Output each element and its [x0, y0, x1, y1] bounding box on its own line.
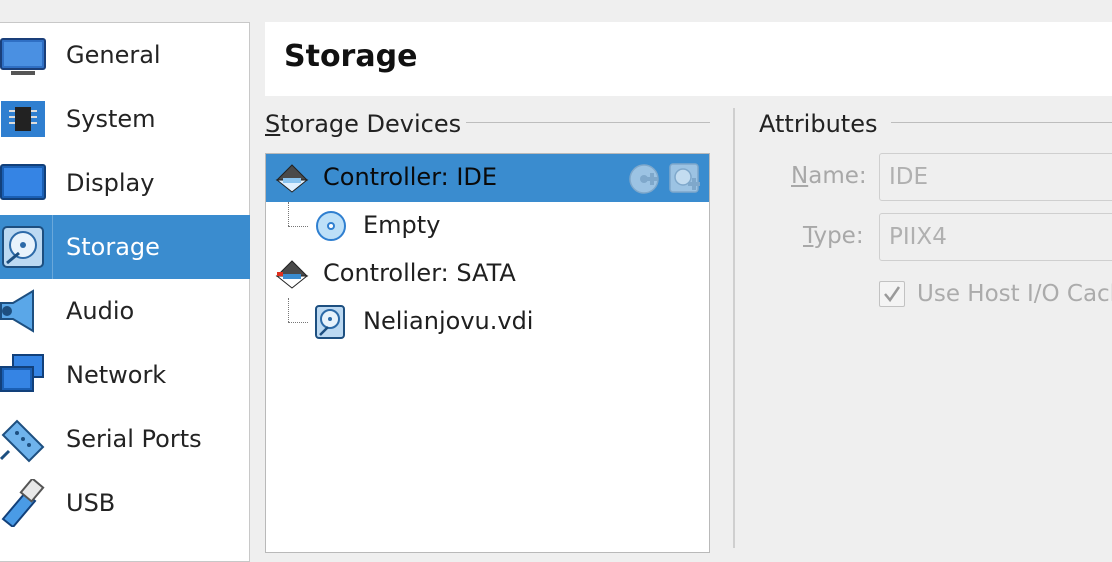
panel-divider[interactable]: [733, 108, 735, 548]
sidebar-item-label: System: [66, 105, 156, 133]
sidebar-item-audio[interactable]: Audio: [0, 279, 250, 343]
use-host-io-cache-label[interactable]: Use Host I/O Cache: [917, 281, 1112, 307]
add-hard-disk-icon[interactable]: [668, 162, 702, 196]
type-label: Type:: [803, 223, 864, 249]
sidebar-item-system[interactable]: System: [0, 87, 250, 151]
settings-sidebar: General System Display Storage Audio Net…: [0, 22, 250, 562]
sidebar-item-storage[interactable]: Storage: [0, 215, 250, 279]
storage-devices-heading: Storage Devices: [265, 110, 462, 138]
monitor-icon: [0, 38, 46, 75]
name-label: Name:: [791, 163, 867, 189]
tree-item-controller-sata[interactable]: Controller: SATA: [266, 250, 709, 298]
sidebar-item-label: Serial Ports: [66, 425, 202, 453]
controller-name-field[interactable]: IDE: [879, 153, 1112, 201]
add-optical-drive-icon[interactable]: [628, 163, 660, 195]
sidebar-item-label: General: [66, 41, 161, 69]
page-header: Storage: [265, 22, 1112, 96]
tree-item-label: Controller: IDE: [323, 163, 498, 191]
hard-disk-icon: [315, 305, 345, 339]
sidebar-item-label: Storage: [66, 233, 160, 261]
tree-item-label: Nelianjovu.vdi: [363, 307, 534, 335]
controller-type-select[interactable]: PIIX4: [879, 213, 1112, 261]
sidebar-item-display[interactable]: Display: [0, 151, 250, 215]
sidebar-item-serial-ports[interactable]: Serial Ports: [0, 407, 250, 471]
sidebar-item-label: Audio: [66, 297, 135, 325]
display-icon: [0, 164, 46, 200]
optical-disc-icon: [316, 211, 346, 241]
tree-item-controller-ide[interactable]: Controller: IDE: [266, 154, 709, 202]
network-icon: [0, 354, 44, 392]
tree-item-hard-disk[interactable]: Nelianjovu.vdi: [266, 298, 709, 346]
serial-port-icon: [0, 419, 45, 463]
sidebar-item-label: Network: [66, 361, 167, 389]
usb-icon: [1, 479, 45, 527]
tree-item-empty-optical[interactable]: Empty: [266, 202, 709, 250]
page-title: Storage: [284, 39, 418, 74]
heading-divider: [891, 122, 1112, 123]
sidebar-item-label: USB: [66, 489, 116, 517]
speaker-icon: [0, 289, 34, 333]
checkmark-icon: [884, 286, 901, 303]
heading-divider: [466, 122, 710, 123]
controller-icon: [275, 164, 309, 193]
use-host-io-cache-checkbox[interactable]: [879, 281, 905, 307]
chip-icon: [1, 101, 45, 137]
tree-item-label: Controller: SATA: [323, 259, 516, 287]
sidebar-item-usb[interactable]: USB: [0, 471, 250, 535]
storage-tree[interactable]: Controller: IDE Empty Controller: SATA N…: [265, 153, 710, 553]
sidebar-item-general[interactable]: General: [0, 23, 250, 87]
disk-icon: [2, 226, 44, 268]
controller-icon: [275, 260, 309, 289]
sidebar-item-label: Display: [66, 169, 155, 197]
tree-item-label: Empty: [363, 211, 441, 239]
sidebar-item-network[interactable]: Network: [0, 343, 250, 407]
attributes-heading: Attributes: [759, 110, 878, 138]
